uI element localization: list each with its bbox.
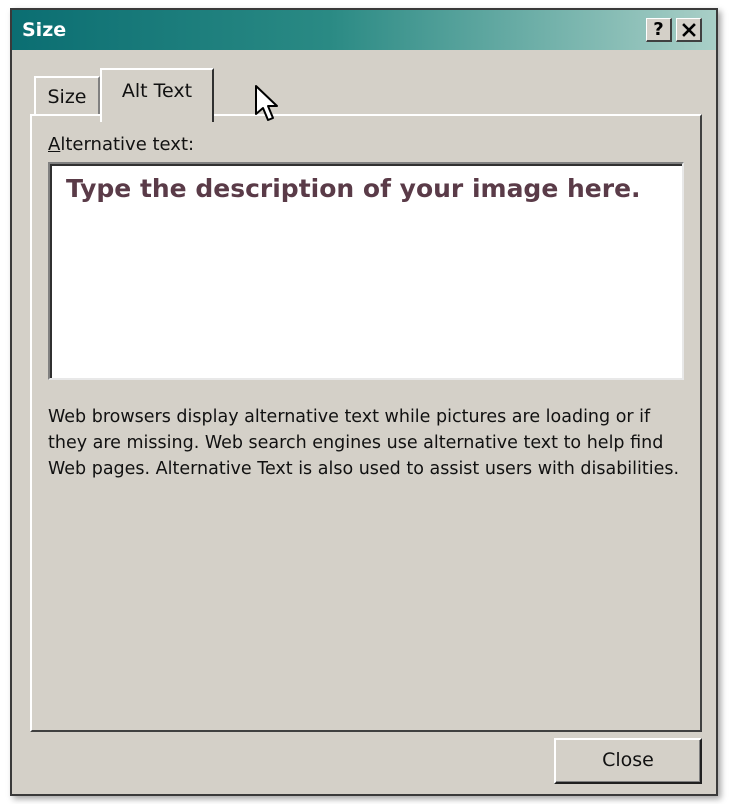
- help-button[interactable]: ?: [646, 18, 672, 42]
- close-icon: [681, 23, 696, 37]
- help-description: Web browsers display alternative text wh…: [48, 407, 680, 479]
- label-text: lternative text:: [60, 134, 195, 155]
- dialog-title: Size: [22, 19, 67, 41]
- tab-alt-text[interactable]: Alt Text: [100, 68, 214, 122]
- alternative-text-input[interactable]: [48, 162, 684, 380]
- title-close-button[interactable]: [676, 18, 702, 42]
- size-dialog: Size ? Size Alt Text Alternative text: W…: [10, 8, 718, 796]
- mouse-cursor-icon: [255, 85, 278, 121]
- label-accelerator: A: [48, 134, 61, 155]
- tab-size[interactable]: Size: [34, 76, 100, 116]
- title-bar[interactable]: Size ?: [12, 10, 716, 50]
- alternative-text-label: Alternative text:: [48, 134, 194, 155]
- close-button[interactable]: Close: [554, 738, 702, 784]
